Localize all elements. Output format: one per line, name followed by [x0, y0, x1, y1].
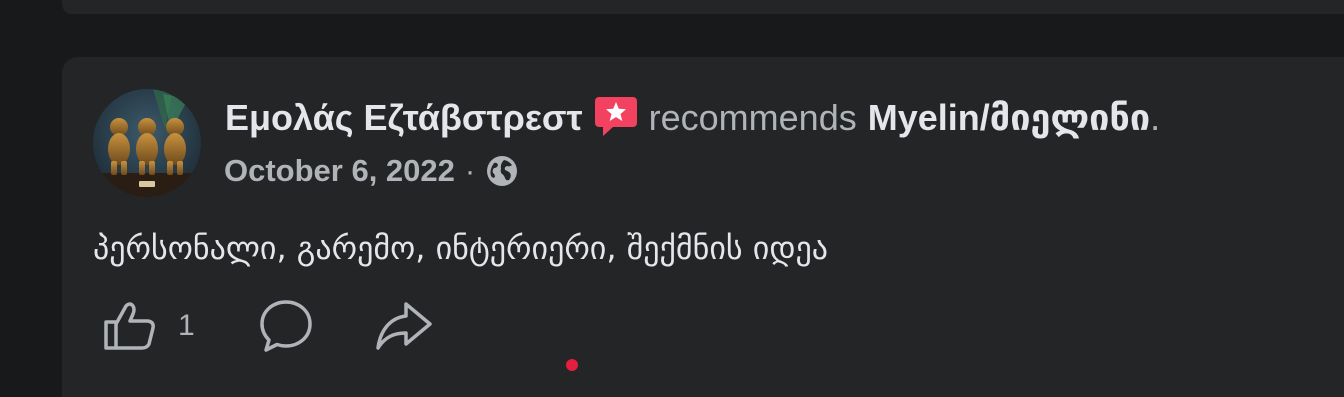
notification-dot	[566, 359, 578, 371]
post-body-text: პერსონალი, გარემო, ინტერიერი, შექმნის იდ…	[93, 229, 829, 267]
author-name[interactable]: Εμολάς Εζτάβστρεστ	[225, 96, 583, 140]
thumbs-up-icon	[102, 300, 158, 352]
like-count: 1	[178, 309, 195, 342]
like-button[interactable]: 1	[102, 296, 195, 356]
post-header-line: Εμολάς Εζτάβστρεστ recommends Myelin/მიე…	[225, 96, 1160, 140]
avatar-image	[93, 89, 201, 197]
author-avatar[interactable]	[93, 89, 201, 197]
recommended-page-link[interactable]: Myelin/მიელინი	[868, 96, 1150, 140]
recommend-star-icon	[593, 93, 639, 139]
post-timestamp[interactable]: October 6, 2022	[224, 153, 455, 189]
post-meta-line: October 6, 2022 ·	[224, 151, 519, 191]
globe-icon[interactable]	[485, 154, 519, 188]
comment-bubble-icon	[258, 298, 314, 354]
share-arrow-icon	[374, 300, 434, 352]
previous-post-card	[62, 0, 1344, 14]
comment-button[interactable]	[258, 296, 314, 356]
share-button[interactable]	[374, 296, 434, 356]
header-end-punctuation: .	[1150, 97, 1161, 138]
meta-separator: ·	[464, 153, 476, 188]
recommends-text: recommends	[648, 97, 857, 138]
